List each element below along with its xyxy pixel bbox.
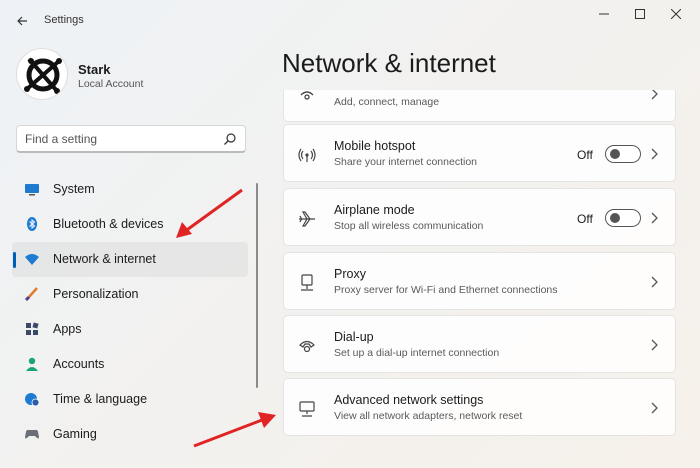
sidebar-item-label: Time & language — [53, 392, 148, 406]
maximize-button[interactable] — [624, 4, 656, 24]
toggle-knob — [610, 213, 620, 223]
card-title: Dial-up — [334, 330, 374, 344]
page-title: Network & internet — [282, 48, 496, 78]
airplane-mode-toggle[interactable] — [605, 209, 641, 227]
back-button[interactable] — [12, 11, 32, 31]
avatar[interactable] — [16, 48, 68, 100]
app-title: Settings — [44, 14, 84, 26]
arrow-left-icon — [17, 16, 27, 26]
card-title: Airplane mode — [334, 203, 415, 217]
sidebar-item-label: Gaming — [53, 427, 97, 441]
maximize-icon — [635, 9, 645, 19]
card-title: Proxy — [334, 267, 366, 281]
close-button[interactable] — [660, 4, 692, 24]
minimize-icon — [599, 13, 609, 15]
vpn-icon — [300, 91, 314, 100]
apps-icon — [26, 322, 39, 335]
account-type: Local Account — [78, 78, 144, 90]
avatar-image — [24, 57, 62, 94]
chevron-right-icon — [651, 148, 658, 160]
monitor-icon — [25, 184, 39, 196]
close-icon — [671, 9, 681, 19]
chevron-right-icon — [651, 339, 658, 351]
dialup-icon — [299, 340, 315, 353]
bluetooth-icon — [27, 217, 37, 231]
proxy-icon — [301, 274, 313, 291]
card-description: Stop all wireless communication — [334, 220, 484, 232]
card-description: View all network adapters, network reset — [334, 410, 523, 422]
chevron-right-icon — [651, 402, 658, 414]
chevron-right-icon — [651, 212, 658, 224]
settings-card-dial-up[interactable]: Dial-up Set up a dial-up internet connec… — [283, 315, 676, 373]
person-icon — [26, 357, 38, 371]
network-adapter-icon — [299, 401, 315, 417]
annotation-arrow-icon — [176, 188, 243, 238]
annotation-arrow-icon — [193, 412, 276, 448]
settings-card-advanced-network[interactable]: Advanced network settings View all netwo… — [283, 378, 676, 436]
search-box[interactable] — [16, 125, 246, 153]
search-input[interactable] — [25, 131, 215, 147]
minimize-button[interactable] — [588, 4, 620, 24]
brush-icon — [24, 287, 38, 302]
sidebar-item-label: Bluetooth & devices — [53, 217, 164, 231]
toggle-state-label: Off — [577, 148, 593, 162]
settings-card-vpn[interactable]: Add, connect, manage — [283, 90, 676, 122]
mobile-hotspot-toggle[interactable] — [605, 145, 641, 163]
settings-list: Add, connect, manage Mobile hotspot Shar… — [283, 90, 678, 468]
user-name: Stark — [78, 62, 111, 77]
sidebar-item-network[interactable]: Network & internet — [12, 242, 248, 277]
card-description: Proxy server for Wi-Fi and Ethernet conn… — [334, 284, 558, 296]
sidebar-item-label: Accounts — [53, 357, 105, 371]
sidebar-item-label: Personalization — [53, 287, 139, 301]
selection-indicator — [13, 252, 16, 268]
sidebar-item-label: System — [53, 182, 95, 196]
sidebar-item-label: Apps — [53, 322, 82, 336]
sidebar-item-accounts[interactable]: Accounts — [12, 347, 248, 382]
card-description: Share your internet connection — [334, 156, 478, 168]
settings-card-airplane-mode[interactable]: Airplane mode Stop all wireless communic… — [283, 188, 676, 246]
chevron-right-icon — [651, 90, 658, 100]
sidebar-item-personalization[interactable]: Personalization — [12, 277, 248, 312]
toggle-knob — [610, 149, 620, 159]
card-title: Advanced network settings — [334, 393, 484, 407]
toggle-state-label: Off — [577, 212, 593, 226]
globe-clock-icon — [25, 393, 40, 407]
hotspot-icon — [298, 148, 316, 162]
title-bar: Settings — [0, 0, 700, 40]
card-description: Add, connect, manage — [334, 96, 440, 108]
chevron-right-icon — [651, 276, 658, 288]
search-icon[interactable] — [223, 132, 237, 146]
sidebar-item-apps[interactable]: Apps — [12, 312, 248, 347]
settings-card-mobile-hotspot[interactable]: Mobile hotspot Share your internet conne… — [283, 124, 676, 182]
card-title: Mobile hotspot — [334, 139, 416, 153]
wifi-icon — [25, 254, 39, 265]
sidebar-scrollbar[interactable] — [256, 183, 258, 388]
settings-card-proxy[interactable]: Proxy Proxy server for Wi-Fi and Etherne… — [283, 252, 676, 310]
airplane-icon — [299, 211, 315, 227]
card-description: Set up a dial-up internet connection — [334, 347, 500, 359]
sidebar-item-label: Network & internet — [53, 252, 156, 266]
gamepad-icon — [25, 430, 39, 439]
